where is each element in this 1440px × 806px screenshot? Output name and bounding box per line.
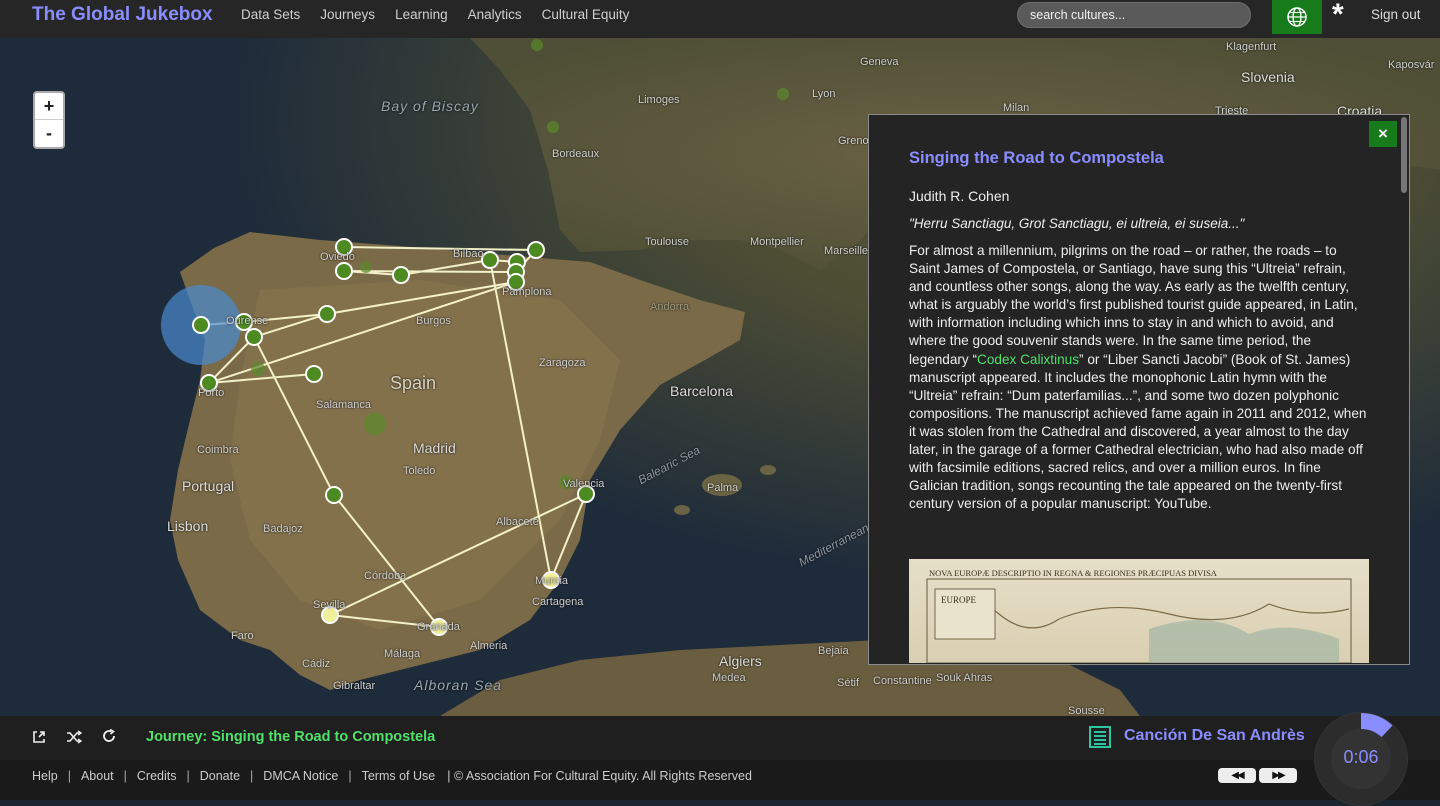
label-lyon: Lyon	[812, 88, 836, 100]
nav-data-sets[interactable]: Data Sets	[241, 7, 300, 22]
label-pamplona: Pamplona	[502, 286, 552, 298]
label-setif: Sétif	[837, 677, 860, 689]
search-cultures-input[interactable]	[1017, 2, 1251, 28]
label-faro: Faro	[231, 630, 254, 642]
rewind-button[interactable]: ◀◀	[1218, 768, 1256, 783]
footer-dmca-link[interactable]: DMCA Notice	[263, 769, 338, 783]
label-gibraltar: Gibraltar	[333, 680, 376, 692]
footer-about-link[interactable]: About	[81, 769, 114, 783]
share-icon[interactable]	[32, 730, 46, 744]
footer-donate-link[interactable]: Donate	[200, 769, 240, 783]
zoom-in-button[interactable]: +	[35, 93, 63, 120]
label-burgos: Burgos	[416, 315, 451, 327]
historical-map-image: NOVA EUROPÆ DESCRIPTIO IN REGNA & REGION…	[909, 559, 1369, 663]
panel-author: Judith R. Cohen	[909, 188, 1010, 204]
journey-title[interactable]: Journey: Singing the Road to Compostela	[146, 729, 435, 745]
footer: Help | About | Credits | Donate | DMCA Notic…	[0, 760, 1440, 800]
main-nav: Data Sets Journeys Learning Analytics Cu…	[241, 7, 629, 22]
codex-calixtinus-link[interactable]: Codex Calixtinus	[977, 352, 1079, 367]
label-granada: Granada	[417, 621, 460, 633]
historical-map-drawing: EUROPE	[926, 578, 1352, 663]
label-kaposvar: Kaposvár	[1388, 59, 1435, 71]
label-zaragoza: Zaragoza	[539, 357, 586, 369]
label-palma: Palma	[707, 482, 739, 494]
footer-terms-link[interactable]: Terms of Use	[362, 769, 436, 783]
label-medea: Medea	[712, 672, 746, 684]
nav-cultural-equity[interactable]: Cultural Equity	[542, 7, 630, 22]
forward-button[interactable]: ▶▶	[1259, 768, 1297, 783]
footer-copyright: | © Association For Cultural Equity. All…	[447, 769, 752, 783]
label-bejaia: Bejaia	[818, 645, 849, 657]
label-portugal: Portugal	[182, 478, 235, 494]
label-constantine: Constantine	[873, 675, 932, 687]
label-salamanca: Salamanca	[316, 399, 372, 411]
label-lisbon: Lisbon	[167, 518, 209, 534]
label-toulouse: Toulouse	[645, 236, 690, 248]
label-bordeaux: Bordeaux	[552, 148, 600, 160]
label-sousse: Sousse	[1068, 705, 1105, 716]
label-souk-ahras: Souk Ahras	[936, 672, 993, 684]
label-montpellier: Montpellier	[750, 236, 804, 248]
footer-help-link[interactable]: Help	[32, 769, 58, 783]
label-cordoba: Córdoba	[364, 570, 407, 582]
globe-icon	[1287, 7, 1307, 27]
label-cartagena: Cartagena	[532, 596, 584, 608]
playlist-icon[interactable]	[1089, 726, 1111, 748]
label-bay-of-biscay: Bay of Biscay	[381, 98, 479, 114]
label-barcelona: Barcelona	[670, 383, 734, 399]
label-almeria: Almeria	[470, 640, 508, 652]
panel-title: Singing the Road to Compostela	[909, 149, 1164, 167]
label-sevilla: Sevilla	[313, 599, 346, 611]
zoom-control: + -	[33, 91, 65, 149]
globe-button[interactable]	[1272, 0, 1322, 34]
svg-text:EUROPE: EUROPE	[941, 595, 977, 605]
label-slovenia: Slovenia	[1241, 69, 1295, 85]
journey-info-panel: × Singing the Road to Compostela Judith …	[868, 114, 1410, 665]
label-milan: Milan	[1003, 102, 1030, 114]
label-malaga: Málaga	[384, 648, 421, 660]
nav-learning[interactable]: Learning	[395, 7, 448, 22]
current-song-title[interactable]: Canción De San Andrès	[1124, 727, 1305, 745]
footer-links: Help | About | Credits | Donate | DMCA Notic…	[32, 769, 752, 783]
label-toledo: Toledo	[403, 465, 436, 477]
nav-journeys[interactable]: Journeys	[320, 7, 375, 22]
nav-analytics[interactable]: Analytics	[468, 7, 522, 22]
label-porto: Porto	[198, 387, 225, 399]
label-cadiz: Cádiz	[302, 658, 331, 670]
label-andorra: Andorra	[650, 301, 690, 313]
refresh-icon[interactable]	[102, 729, 116, 743]
label-madrid: Madrid	[413, 440, 456, 456]
zoom-out-button[interactable]: -	[35, 120, 63, 147]
label-marseille: Marseille	[824, 245, 869, 257]
player-bar: Journey: Singing the Road to Compostela …	[0, 716, 1440, 760]
asterisk-icon[interactable]: *	[1332, 0, 1344, 32]
label-geneva: Geneva	[860, 56, 899, 68]
footer-credits-link[interactable]: Credits	[137, 769, 177, 783]
sign-out-link[interactable]: Sign out	[1371, 7, 1421, 22]
label-coimbra: Coimbra	[197, 444, 239, 456]
label-limoges: Limoges	[638, 94, 680, 106]
label-albacete: Albacete	[496, 516, 539, 528]
label-oviedo: Oviedo	[320, 251, 355, 263]
panel-scrollbar[interactable]	[1401, 117, 1407, 193]
label-murcia: Murcia	[535, 575, 569, 587]
label-bilbao: Bilbao	[453, 248, 484, 260]
label-badajoz: Badajoz	[263, 523, 303, 535]
label-spain: Spain	[390, 373, 437, 393]
label-klagenfurt: Klagenfurt	[1226, 41, 1277, 53]
label-alboran-sea: Alboran Sea	[414, 677, 503, 693]
playback-time: 0:06	[1343, 747, 1379, 767]
playback-timer[interactable]: 0:06	[1314, 712, 1408, 806]
label-valencia: Valencia	[563, 478, 605, 490]
top-navbar: The Global Jukebox Data Sets Journeys Le…	[0, 0, 1440, 38]
label-ourense: Ourense	[226, 315, 269, 327]
panel-body-text: For almost a millennium, pilgrims on the…	[909, 243, 1367, 512]
close-panel-button[interactable]: ×	[1369, 121, 1397, 147]
app-logo-title[interactable]: The Global Jukebox	[32, 4, 213, 26]
label-algiers: Algiers	[719, 653, 762, 669]
shuffle-icon[interactable]	[66, 730, 82, 744]
panel-quote: "Herru Sanctiagu, Grot Sanctiagu, ei ult…	[909, 216, 1245, 231]
